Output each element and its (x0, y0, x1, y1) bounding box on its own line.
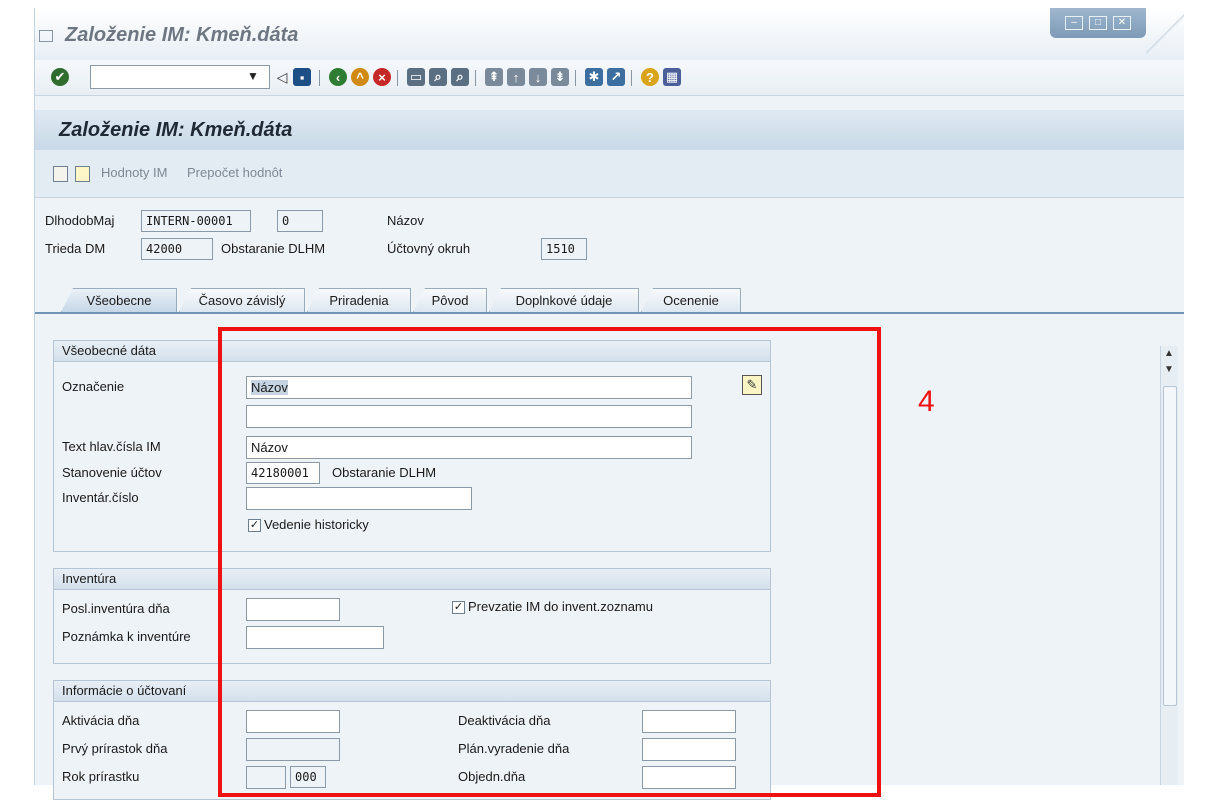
master-data-icon[interactable] (53, 166, 68, 182)
previous-page-icon[interactable]: ↑ (507, 68, 525, 86)
asset-class-text: Obstaranie DLHM (221, 241, 326, 256)
designation-label: Označenie (62, 379, 125, 394)
sub-number-field[interactable]: 0 (277, 210, 323, 232)
cancel-icon[interactable]: × (373, 68, 391, 86)
next-page-icon[interactable]: ↓ (529, 68, 547, 86)
company-code-field[interactable]: 1510 (541, 238, 587, 260)
window-title: Založenie IM: Kmeň.dáta (65, 24, 299, 46)
last-inventory-label: Posl.inventúra dňa (62, 601, 170, 616)
asset-values-button[interactable]: Hodnoty IM (101, 165, 167, 180)
tab-valuation[interactable]: Ocenenie (641, 288, 741, 312)
exit-icon[interactable]: ^ (351, 68, 369, 86)
asset-class-field[interactable]: 42000 (141, 238, 213, 260)
command-dropdown-icon[interactable]: ▼ (247, 69, 259, 83)
first-acquisition-label: Prvý prírastok dňa (62, 741, 168, 756)
history-back-icon[interactable]: ◁ (273, 68, 291, 86)
help-icon[interactable]: ? (641, 68, 659, 86)
scroll-up-icon[interactable]: ▲ (1164, 348, 1174, 359)
command-field[interactable] (90, 65, 270, 89)
save-icon[interactable]: ▪ (293, 68, 311, 86)
capitalized-on-label: Aktivácia dňa (62, 713, 140, 728)
screen-title: Založenie IM: Kmeň.dáta (59, 119, 293, 141)
screen-header: Založenie IM: Kmeň.dáta (35, 110, 1184, 150)
main-text-label: Text hlav.čísla IM (62, 439, 161, 454)
last-page-icon[interactable]: ⇟ (551, 68, 569, 86)
window-controls: – □ ✕ (1050, 8, 1146, 38)
account-determination-label: Stanovenie účtov (62, 465, 162, 480)
frame-decoration (1146, 8, 1184, 60)
company-code-label: Účtovný okruh (387, 241, 471, 256)
scroll-down-icon[interactable]: ▼ (1164, 364, 1174, 375)
print-icon[interactable]: ▭ (407, 68, 425, 86)
tab-assignments[interactable]: Priradenia (307, 288, 411, 312)
tab-origin[interactable]: Pôvod (413, 288, 487, 312)
enter-check-icon[interactable]: ✔ (51, 68, 69, 86)
acquisition-year-label: Rok prírastku (62, 769, 140, 784)
recalculate-values-button[interactable]: Prepočet hodnôt (187, 165, 282, 180)
tab-additional-data[interactable]: Doplnkové údaje (489, 288, 639, 312)
application-toolbar: Hodnoty IM Prepočet hodnôt (35, 150, 1184, 198)
asset-class-label: Trieda DM (45, 241, 106, 256)
first-page-icon[interactable]: ⇞ (485, 68, 503, 86)
inventory-number-label: Inventár.číslo (62, 490, 139, 505)
step-number: 4 (918, 385, 935, 418)
asset-number-field[interactable]: INTERN-00001 (141, 210, 251, 232)
minimize-icon[interactable]: – (1065, 16, 1083, 30)
document-icon[interactable] (75, 166, 90, 182)
title-bar: Založenie IM: Kmeň.dáta – □ ✕ (35, 8, 1184, 60)
shortcut-icon[interactable]: ↗ (607, 68, 625, 86)
customize-layout-icon[interactable]: ▦ (663, 68, 681, 86)
tab-general[interactable]: Všeobecne (61, 288, 177, 312)
window-menu-icon[interactable] (39, 30, 53, 42)
description-label: Názov (387, 213, 424, 228)
standard-toolbar: ✔ ▼ ◁ ▪ ‹ ^ × ▭ ⌕ ⌕ ⇞ ↑ ↓ ⇟ ✱ ↗ ? ▦ (35, 60, 1184, 96)
inventory-note-label: Poznámka k inventúre (62, 629, 191, 644)
back-icon[interactable]: ‹ (329, 68, 347, 86)
close-icon[interactable]: ✕ (1113, 16, 1131, 30)
new-session-icon[interactable]: ✱ (585, 68, 603, 86)
scroll-thumb[interactable] (1163, 386, 1177, 706)
vertical-scrollbar[interactable]: ▲ ▼ (1160, 346, 1178, 785)
highlight-box (218, 327, 881, 797)
asset-label: DlhodobMaj (45, 213, 115, 228)
find-icon[interactable]: ⌕ (429, 68, 447, 86)
tab-time-dependent[interactable]: Časovo závislý (179, 288, 305, 312)
find-next-icon[interactable]: ⌕ (451, 68, 469, 86)
maximize-icon[interactable]: □ (1089, 16, 1107, 30)
